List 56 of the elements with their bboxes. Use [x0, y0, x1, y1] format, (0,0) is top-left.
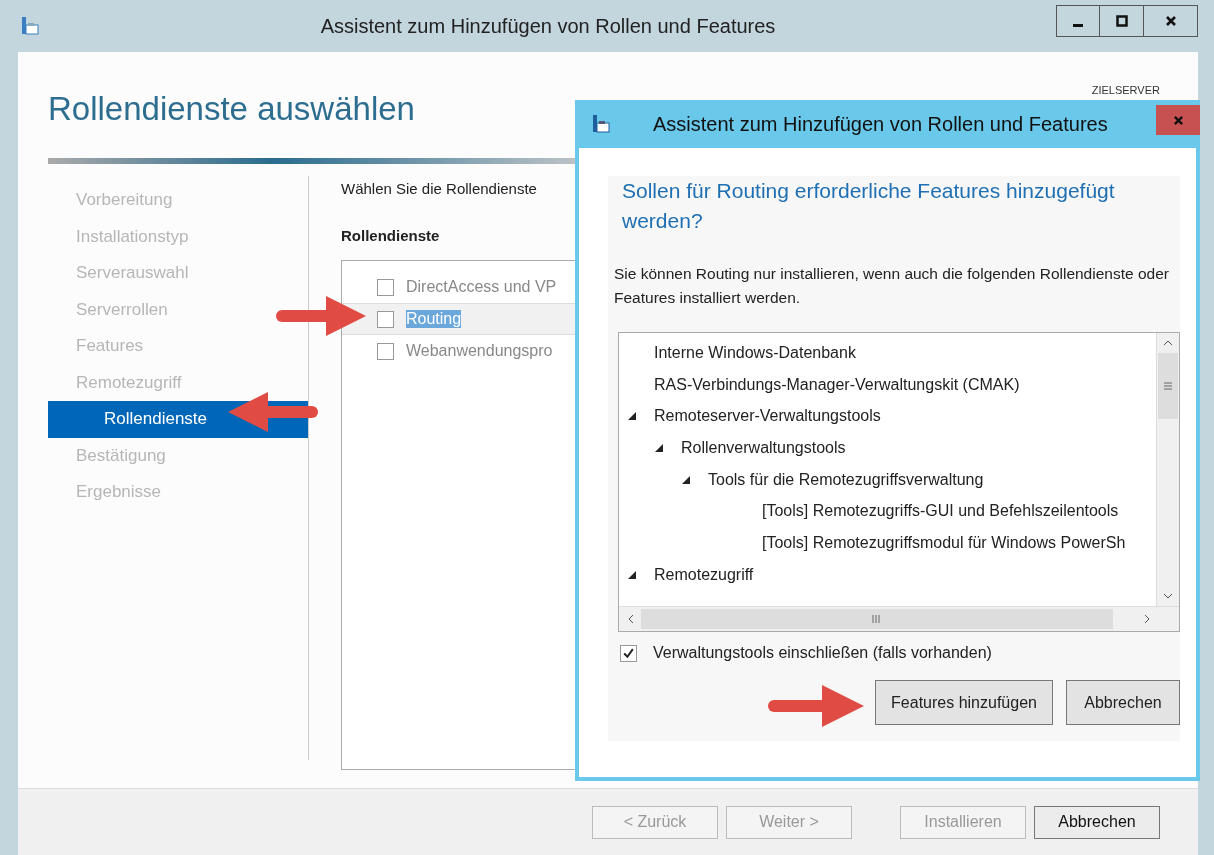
close-button[interactable] — [1144, 5, 1198, 37]
wizard-step[interactable]: Features — [48, 328, 308, 365]
wizard-step[interactable]: Bestätigung — [48, 437, 308, 474]
tree-item[interactable]: Tools für die Remotezugriffsverwaltung — [708, 470, 984, 489]
instruction-text: Wählen Sie die Rollendienste — [341, 180, 537, 197]
maximize-button[interactable] — [1100, 5, 1144, 37]
server-wizard-icon — [20, 16, 40, 36]
tree-item[interactable]: Remoteserver-Verwaltungstools — [654, 407, 881, 426]
dialog-button[interactable]: Abbrechen — [1066, 680, 1180, 725]
tree-item[interactable]: Rollenverwaltungstools — [681, 438, 846, 457]
maximize-icon — [1115, 15, 1128, 27]
wizard-step[interactable]: Vorbereitung — [48, 182, 308, 219]
wizard-step[interactable]: Remotezugriff — [48, 364, 308, 401]
wizard-button[interactable]: Abbrechen — [1034, 805, 1160, 839]
page-title: Rollendienste auswählen — [48, 90, 415, 129]
scroll-up-icon — [1163, 339, 1173, 347]
tree-item[interactable]: Remotezugriff — [654, 565, 754, 584]
tree-item[interactable]: RAS-Verbindungs-Manager-Verwaltungskit (CMAK) — [654, 375, 1020, 394]
scroll-right-icon — [1143, 614, 1151, 624]
wizard-step[interactable]: Serverrollen — [48, 291, 308, 328]
dialog-title: Assistent zum Hinzufügen von Rollen und Features — [653, 112, 1108, 136]
close-icon — [1172, 114, 1184, 126]
checkbox-label[interactable]: Verwaltungstools einschließen (falls vorhanden) — [653, 644, 992, 662]
checkbox[interactable] — [620, 644, 637, 662]
minimize-icon — [1073, 23, 1083, 27]
window-title: Assistent zum Hinzufügen von Rollen und Features — [319, 14, 777, 38]
dialog-button[interactable]: Features hinzufügen — [875, 680, 1053, 725]
dialog-message: Sie können Routing nur installieren, wenn auch die folgenden Rollendienste oder Features installiert werden. — [614, 264, 1170, 308]
expand-toggle-icon[interactable] — [627, 569, 637, 580]
checkbox[interactable] — [377, 278, 394, 296]
expand-toggle-icon[interactable] — [681, 474, 691, 485]
tree-item[interactable]: [Tools] Remotezugriffsmodul für Windows PowerSh — [762, 533, 1126, 552]
wizard-step[interactable]: Ergebnisse — [48, 474, 308, 511]
grip-icon — [1163, 382, 1173, 390]
horizontal-scrollbar[interactable] — [619, 606, 1179, 631]
list-heading: Rollendienste — [341, 227, 441, 244]
wizard-step[interactable]: Serverauswahl — [48, 255, 308, 292]
close-icon — [1164, 15, 1177, 27]
dialog-heading: Sollen für Routing erforderliche Features hinzugefügt werden? — [621, 178, 1116, 234]
server-wizard-icon — [591, 114, 611, 134]
tree-item[interactable]: [Tools] Remotezugriffs-GUI und Befehlszeilentools — [762, 502, 1119, 521]
vertical-scrollbar[interactable] — [1156, 333, 1179, 606]
expand-toggle-icon[interactable] — [654, 442, 664, 453]
tree-item[interactable]: Interne Windows-Datenbank — [654, 343, 856, 362]
checkbox[interactable] — [377, 342, 394, 360]
scroll-down-icon — [1163, 592, 1173, 600]
checkbox[interactable] — [377, 310, 394, 328]
expand-toggle-icon[interactable] — [627, 411, 637, 422]
role-service-label[interactable]: Webanwendungspro — [406, 342, 553, 360]
wizard-step[interactable]: Installationstyp — [48, 218, 308, 255]
minimize-button[interactable] — [1056, 5, 1100, 37]
grip-icon — [872, 614, 882, 624]
scroll-left-icon — [627, 614, 635, 624]
target-server-label: ZIELSERVER — [1091, 84, 1160, 97]
role-service-label[interactable]: Routing — [406, 310, 462, 328]
role-service-label[interactable]: DirectAccess und VP — [406, 278, 557, 296]
